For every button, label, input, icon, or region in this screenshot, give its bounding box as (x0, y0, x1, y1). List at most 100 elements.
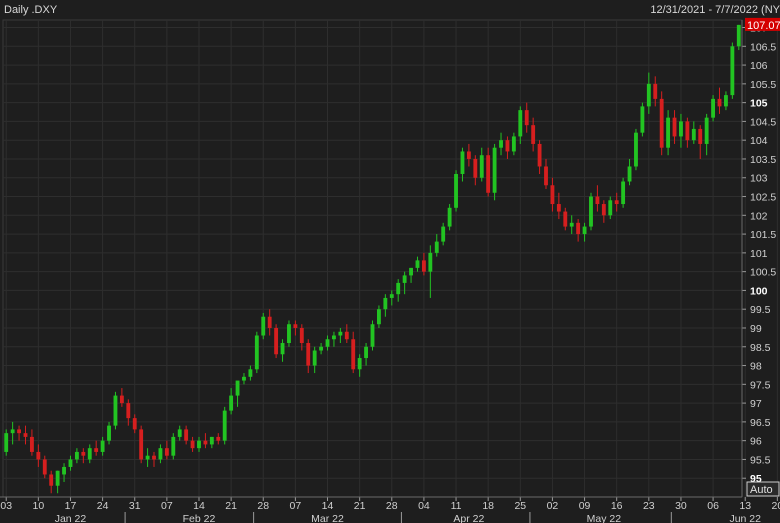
candle-body (248, 369, 253, 377)
x-tick-label: 09 (579, 500, 591, 512)
date-range: 12/31/2021 - 7/7/2022 (NY (650, 4, 780, 16)
y-tick-label: 99 (750, 323, 762, 335)
y-tick-label: 102 (750, 210, 768, 222)
candle-body (242, 376, 246, 381)
auto-scale-button[interactable]: Auto (746, 481, 780, 497)
candle-body (537, 143, 542, 167)
y-tick-label: 98 (750, 361, 762, 373)
candle-body (672, 117, 677, 137)
candle-body (389, 294, 394, 298)
candle-body (454, 173, 458, 208)
y-tick-label: 103.5 (750, 154, 776, 166)
candle (370, 320, 375, 351)
chart-title: Daily .DXY (4, 4, 58, 16)
candle-body (36, 451, 41, 460)
candle-body (222, 410, 227, 441)
candle-body (505, 140, 510, 152)
candle (4, 429, 9, 456)
chart-background (0, 0, 780, 523)
candle-body (621, 181, 626, 205)
candle-body (203, 440, 208, 445)
x-tick-label: 17 (65, 500, 77, 512)
month-label: May 22 (587, 513, 622, 523)
candle-body (736, 24, 741, 47)
candle-body (87, 448, 92, 460)
candle-body (132, 418, 137, 430)
x-tick-label: 07 (290, 500, 302, 512)
candle-body (518, 110, 523, 137)
candle-body (100, 440, 105, 452)
auto-button-label[interactable]: Auto (750, 484, 773, 496)
candle-body (357, 358, 362, 370)
candle-body (171, 436, 176, 456)
candle-body (595, 196, 600, 205)
x-tick-label: 28 (386, 500, 398, 512)
x-tick-label: 16 (611, 500, 623, 512)
x-tick-label: 10 (32, 500, 44, 512)
candle-body (730, 46, 735, 96)
candle-body (364, 346, 369, 359)
candle-body (576, 222, 581, 235)
x-tick-label: 30 (675, 500, 687, 512)
y-tick-label: 105 (750, 98, 768, 110)
candle-body (499, 140, 503, 148)
candle-body (634, 132, 638, 167)
candle-body (344, 331, 349, 340)
y-tick-label: 96 (750, 436, 762, 448)
candle-body (197, 440, 201, 449)
candle-body (466, 151, 471, 159)
candle-body (460, 151, 465, 174)
candle-body (338, 331, 343, 336)
candle-body (711, 98, 716, 118)
month-label: Apr 22 (453, 513, 484, 523)
x-tick-label: 06 (707, 500, 719, 512)
last-price-label: 107.07 (747, 20, 780, 32)
y-tick-label: 95.5 (750, 454, 771, 466)
last-price-tag: 107.07 (745, 17, 780, 32)
y-tick-label: 106.5 (750, 41, 776, 53)
y-tick-label: 100.5 (750, 267, 776, 279)
candle-body (704, 117, 709, 144)
x-tick-label: 21 (225, 500, 237, 512)
candle-body (29, 436, 34, 452)
x-tick-label: 24 (97, 500, 109, 512)
candle-body (383, 297, 388, 310)
candle-body (556, 204, 561, 212)
candle (454, 170, 458, 212)
candle-body (119, 395, 124, 404)
candle (447, 204, 452, 231)
candle (274, 324, 279, 359)
y-tick-label: 96.5 (750, 417, 771, 429)
candle-body (274, 327, 279, 355)
candle-body (447, 207, 452, 227)
candle-body (479, 155, 484, 178)
chart-container: 95 95.5 96 96.5 97 97.5 98 98.5 99 99.5 100 100.5 10… (0, 0, 780, 523)
candle-body (659, 98, 664, 148)
candle-body (563, 211, 568, 227)
y-tick-label: 106 (750, 60, 768, 72)
candle-body (152, 455, 156, 460)
candle-body (107, 425, 111, 441)
candle-body (608, 200, 613, 216)
candle-body (145, 455, 150, 460)
candle-body (261, 316, 266, 336)
candle-body (81, 451, 86, 456)
candle (589, 192, 593, 231)
x-tick-label: 03 (0, 500, 12, 512)
candle-body (492, 147, 497, 193)
candle-body (306, 343, 311, 366)
candle-body (524, 110, 529, 126)
candle-body (216, 436, 221, 441)
candle (659, 91, 664, 156)
candle-body (312, 350, 317, 366)
x-tick-label: 28 (257, 500, 269, 512)
candle-body (544, 166, 548, 186)
candle-body (287, 324, 291, 344)
candle (222, 406, 227, 445)
candle-body (434, 241, 439, 253)
candle-body (332, 335, 336, 340)
x-tick-label: 14 (193, 500, 205, 512)
candle-body (601, 204, 606, 216)
candle-body (4, 433, 9, 452)
candle-body (582, 226, 587, 235)
